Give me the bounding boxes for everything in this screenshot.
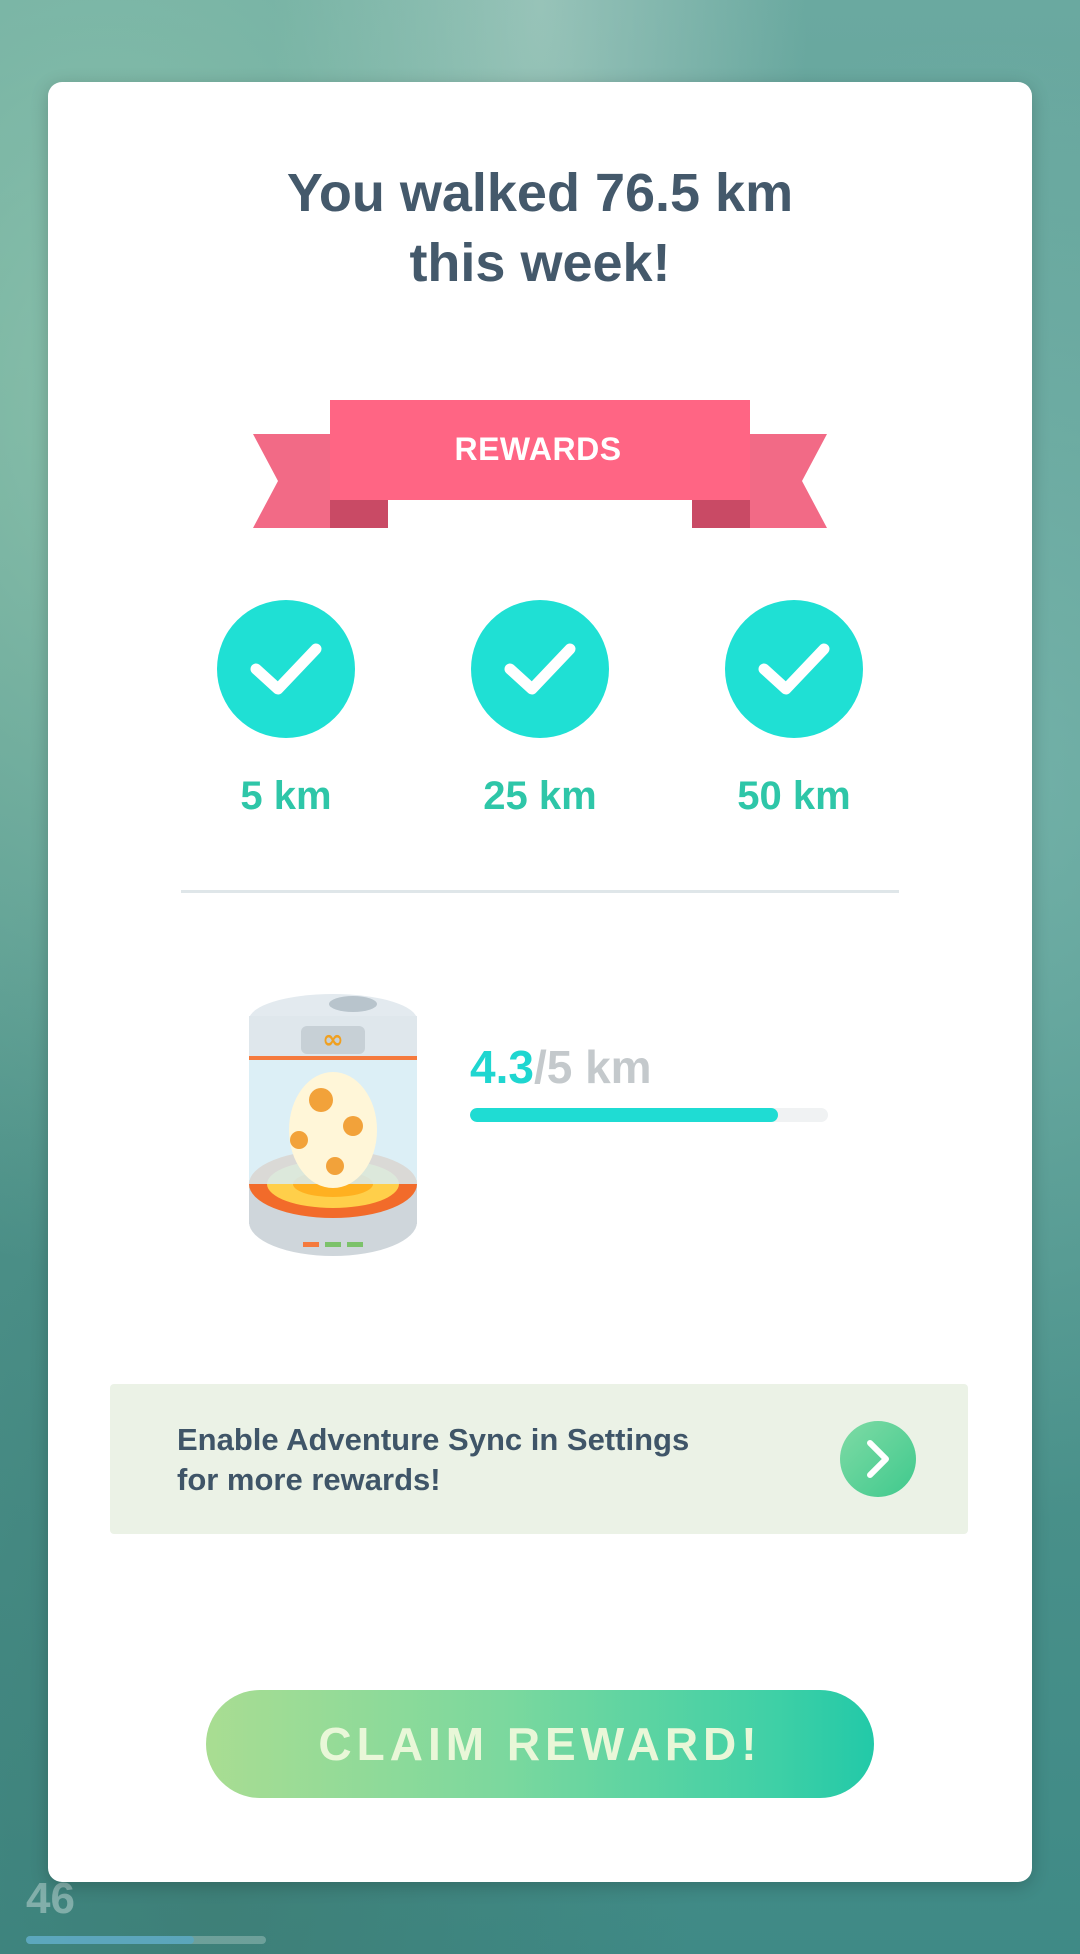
rewards-label: REWARDS bbox=[454, 430, 622, 467]
divider bbox=[181, 890, 899, 893]
egg-progress-bar bbox=[470, 1108, 828, 1122]
milestone-25km: 25 km bbox=[440, 600, 640, 819]
egg-progress-current: 4.3 bbox=[470, 1041, 534, 1093]
milestone-50km: 50 km bbox=[694, 600, 894, 819]
weekly-summary-card: You walked 76.5 km this week! REWARDS 5 … bbox=[48, 82, 1032, 1882]
bottom-hud: 46 bbox=[0, 1874, 1080, 1954]
milestone-label: 25 km bbox=[483, 774, 597, 818]
svg-text:∞: ∞ bbox=[322, 1025, 344, 1055]
milestone-label: 5 km bbox=[240, 774, 332, 818]
egg-incubator-icon: ∞ bbox=[249, 994, 417, 1256]
claim-reward-button[interactable]: CLAIM REWARD! bbox=[206, 1690, 874, 1798]
page-title: You walked 76.5 km this week! bbox=[286, 163, 794, 293]
egg-progress-total: /5 km bbox=[533, 1041, 652, 1093]
milestone-label: 50 km bbox=[737, 774, 851, 818]
xp-bar bbox=[26, 1936, 266, 1944]
egg-progress-fill bbox=[470, 1108, 778, 1122]
checkmark-icon bbox=[725, 600, 863, 738]
adventure-sync-text: Enable Adventure Sync in Settings for mo… bbox=[177, 1422, 690, 1497]
milestone-5km: 5 km bbox=[186, 600, 386, 819]
checkmark-icon bbox=[217, 600, 355, 738]
adventure-sync-banner[interactable]: Enable Adventure Sync in Settings for mo… bbox=[110, 1384, 968, 1534]
chevron-right-icon[interactable] bbox=[840, 1421, 916, 1497]
egg-progress-text: 4.3/5 km bbox=[470, 1040, 652, 1094]
checkmark-icon bbox=[471, 600, 609, 738]
